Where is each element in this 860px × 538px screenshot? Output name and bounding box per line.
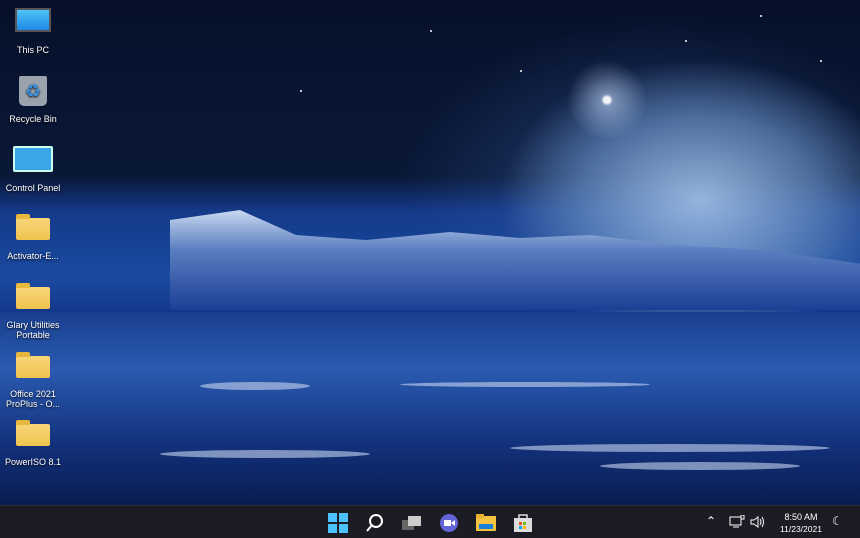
icon-label: This PC [16,45,49,55]
desktop-icon-office-2021[interactable]: Office 2021 ProPlus - O... [0,352,66,409]
clock-time: 8:50 AM [784,512,818,522]
frozen-lake [0,312,860,505]
icon-label: Recycle Bin [9,114,57,124]
start-icon [328,513,348,533]
desktop-wallpaper [0,0,860,505]
chevron-up-icon: ⌃ [706,514,717,528]
notification-button[interactable]: ☾ [832,514,843,528]
desktop-icon-glary-utilities[interactable]: Glary Utilities Portable [0,283,66,340]
recycle-bin-icon: ♻ [19,76,47,106]
folder-icon [16,214,50,240]
search-button[interactable] [364,512,386,534]
network-icon [729,514,745,528]
network-button[interactable] [729,514,745,531]
folder-icon [16,420,50,446]
file-explorer-icon [476,514,496,531]
mountains [170,210,860,310]
desktop-icon-activator[interactable]: Activator-E... [0,214,66,261]
icon-label: Glary Utilities Portable [6,320,60,340]
task-view-button[interactable] [401,512,423,534]
chat-icon [440,514,458,532]
file-explorer-button[interactable] [475,512,497,534]
store-button[interactable] [512,512,534,534]
moon-icon: ☾ [832,514,843,528]
taskbar: ⌃ 8:50 AM 11/23/2021 ☾ [0,505,860,538]
desktop-icon-control-panel[interactable]: Control Panel [0,146,66,193]
desktop-icon-this-pc[interactable]: This PC [0,8,66,55]
desktop-icon-poweriso[interactable]: PowerISO 8.1 [0,420,66,467]
start-button[interactable] [327,512,349,534]
chat-button[interactable] [438,512,460,534]
store-icon [514,514,532,532]
folder-icon [16,283,50,309]
control-panel-icon [13,146,53,172]
clock-date: 11/23/2021 [780,524,822,534]
task-view-icon [402,516,421,530]
desktop-icon-recycle-bin[interactable]: ♻ Recycle Bin [0,76,66,124]
volume-icon [750,516,764,528]
monitor-icon [15,8,51,32]
search-icon [366,514,383,532]
icon-label: Office 2021 ProPlus - O... [6,389,61,409]
volume-button[interactable] [750,515,766,531]
icon-label: Control Panel [5,183,61,193]
show-hidden-icons-button[interactable]: ⌃ [706,514,716,528]
icon-label: Activator-E... [7,251,59,261]
folder-icon [16,352,50,378]
icon-label: PowerISO 8.1 [4,457,62,467]
clock[interactable]: 8:50 AM 11/23/2021 [772,511,830,535]
